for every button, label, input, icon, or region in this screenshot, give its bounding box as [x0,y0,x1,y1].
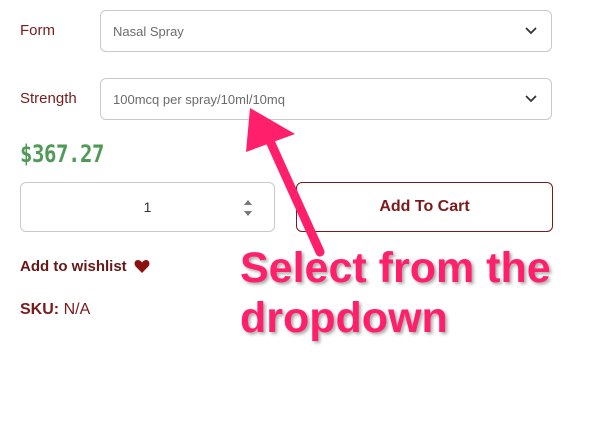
up-down-arrows-icon[interactable] [242,197,254,219]
product-price: $367.27 [20,140,104,168]
annotation-line-2: dropdown [240,294,448,342]
sku-line: SKU: N/A [20,301,90,319]
annotation-line-1: Select from the [240,244,551,292]
form-select-value: Nasal Spray [113,23,184,39]
sku-value: N/A [63,301,91,318]
wishlist-label: Add to wishlist [20,258,127,275]
heart-icon [134,259,150,274]
strength-select-value: 100mcq per spray/10ml/10mq [113,91,285,107]
chevron-down-icon [525,93,537,105]
add-to-wishlist-link[interactable]: Add to wishlist [20,258,150,275]
chevron-down-icon [525,25,537,37]
strength-label: Strength [20,90,77,107]
annotation-text: Select from the dropdown [240,243,551,343]
form-label: Form [20,22,55,39]
sku-label: SKU: [20,301,60,318]
strength-select[interactable]: 100mcq per spray/10ml/10mq [100,78,552,120]
form-select[interactable]: Nasal Spray [100,10,552,52]
add-to-cart-button[interactable]: Add To Cart [296,182,553,232]
quantity-stepper[interactable]: 1 [20,182,275,232]
quantity-value: 1 [143,199,152,215]
